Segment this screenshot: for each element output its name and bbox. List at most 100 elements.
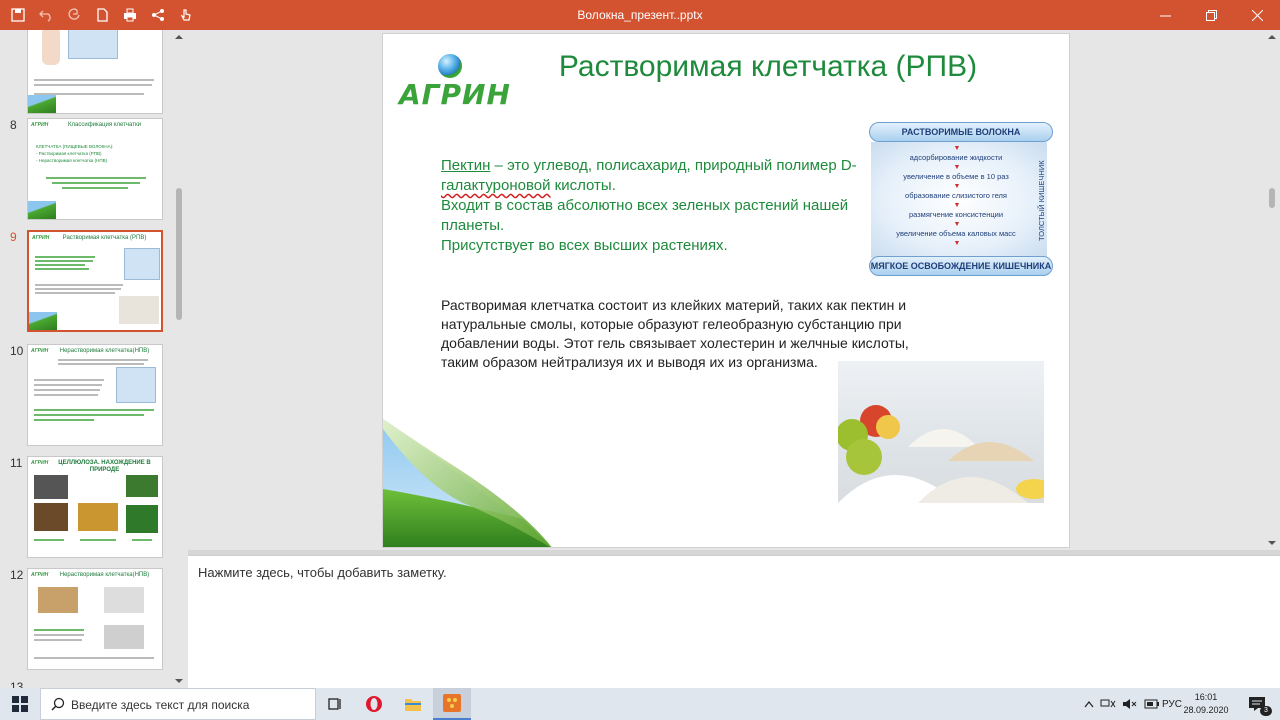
window-controls [1142,0,1280,30]
taskbar-powerpoint-viewer[interactable] [433,688,471,720]
thumbnail-title: Классификация клетчатки [68,122,141,128]
close-button[interactable] [1234,0,1280,30]
notification-count-badge: 3 [1260,706,1272,716]
logo: АГРИН [399,78,511,111]
thumbnail-title: ЦЕЛЛЮЛОЗА. НАХОЖДЕНИЕ В ПРИРОДЕ [58,460,151,473]
grass-page-curl-image [383,419,563,547]
text-line [34,419,94,421]
logo-globe-icon [438,54,462,78]
diagram-image [124,248,160,280]
arrow-down-icon: ▼ [953,202,961,209]
slide-thumbnail[interactable] [27,30,163,114]
title-bar: Волокна_презент..pptx [0,0,1280,30]
clock[interactable]: 16:01 28.09.2020 [1180,691,1232,717]
touch-mode-icon[interactable] [174,3,198,27]
diagram-step: увеличение объема каловых масс [896,229,1016,238]
thumbnail-body: КЛЕТЧАТКА (ПИЩЕВЫЕ ВОЛОКНА): - Растворим… [36,144,114,163]
diagram-step: образование слизистого геля [905,191,1007,200]
notes-pane[interactable]: Нажмите здесь, чтобы добавить заметку. [188,555,1280,688]
taskbar-search-box[interactable]: Введите здесь текст для поиска [40,688,316,720]
scroll-down-icon[interactable] [1268,539,1276,547]
taskbar-file-explorer[interactable] [394,688,432,720]
text-line [34,634,84,636]
print-icon[interactable] [118,3,142,27]
slide-title[interactable]: Растворимая клетчатка (РПВ) [543,50,993,84]
text-line [34,379,104,381]
scroll-thumb[interactable] [176,188,182,320]
scroll-thumb[interactable] [1269,188,1275,208]
clock-time: 16:01 [1194,692,1218,702]
folder-icon [405,699,421,711]
spelling-error-word: галактуроновой [441,177,551,194]
slide-thumbnails-pane: 8 АГРИН Классификация клетчатки КЛЕТЧАТК… [0,30,186,688]
taskbar-opera[interactable] [355,688,393,720]
new-icon[interactable] [90,3,114,27]
arrow-down-icon: ▼ [953,240,961,247]
text-line [35,256,95,258]
text-line [34,84,152,86]
soluble-fiber-diagram[interactable]: РАСТВОРИМЫЕ ВОЛОКНА ▼ адсорбирование жид… [869,122,1053,276]
grass-corner-image [28,201,56,219]
volume[interactable] [1122,688,1138,720]
grains-photo [38,587,78,613]
logo: АГРИН [32,235,50,241]
action-center[interactable]: 3 [1248,688,1272,720]
restore-button[interactable] [1188,0,1234,30]
slide-thumbnail[interactable]: АГРИН Нерастворимая клетчатка(НПВ) [27,344,163,446]
cotton-photo [34,475,68,499]
windows-icon [12,696,28,712]
text-line [34,389,100,391]
network-icon [1100,699,1116,708]
body-diagram-image [42,30,60,65]
battery-status[interactable] [1144,688,1160,720]
arrow-down-icon: ▼ [953,183,961,190]
diagram-image [116,367,156,403]
slide-number: 12 [10,568,24,582]
arrow-down-icon: ▼ [953,164,961,171]
thumbnail-title: Нерастворимая клетчатка(НПВ) [59,348,150,354]
pectin-term: Пектин [441,157,491,174]
text-line [35,284,123,286]
text-line [46,177,146,179]
share-icon[interactable] [146,3,170,27]
slide-thumbnail-selected[interactable]: АГРИН Растворимая клетчатка (РПВ) [27,230,163,332]
slide-thumbnail[interactable]: АГРИН Классификация клетчатки КЛЕТЧАТКА … [27,118,163,220]
input-language[interactable]: РУС [1162,688,1182,720]
text-line [35,264,85,266]
text-line [58,363,144,365]
scroll-up-icon[interactable] [1268,33,1276,41]
task-view-icon [328,698,341,710]
text-line [52,182,140,184]
start-button[interactable] [0,688,40,720]
slide-thumbnail[interactable]: АГРИН ЦЕЛЛЮЛОЗА. НАХОЖДЕНИЕ В ПРИРОДЕ [27,456,163,558]
pectin-text-box[interactable]: Пектин – это углевод, полисахарид, приро… [441,156,861,256]
text-line [34,657,154,659]
text-line [35,268,89,270]
thumbnail-title: Нерастворимая клетчатка(НПВ) [59,572,150,578]
show-hidden-icons[interactable] [1084,688,1094,720]
logo: АГРИН [31,348,49,354]
search-placeholder: Введите здесь текст для поиска [71,698,250,712]
slide-number: 8 [10,118,17,132]
hemp-photo [126,505,158,533]
task-view-button[interactable] [316,688,354,720]
diagram-side-label: ТОЛСТЫЙ КИШЕЧНИК [1037,160,1046,242]
text-line [34,414,144,416]
minimize-button[interactable] [1142,0,1188,30]
save-icon[interactable] [6,3,30,27]
editor-scrollbar[interactable] [1264,30,1280,550]
diagram-header: РАСТВОРИМЫЕ ВОЛОКНА [869,122,1053,142]
scroll-up-icon[interactable] [175,33,183,41]
redo-icon[interactable] [62,3,86,27]
powder-photo[interactable] [838,361,1044,503]
slide-editor: АГРИН Растворимая клетчатка (РПВ) Пектин… [188,30,1280,550]
battery-icon [1144,699,1159,709]
scroll-down-icon[interactable] [175,677,183,685]
undo-icon[interactable] [34,3,58,27]
powder-photo [119,296,159,324]
slide-canvas[interactable]: АГРИН Растворимая клетчатка (РПВ) Пектин… [382,33,1070,548]
thumbnails-scrollbar[interactable] [172,30,186,688]
slide-thumbnail[interactable]: АГРИН Нерастворимая клетчатка(НПВ) [27,568,163,670]
network-status[interactable] [1100,688,1116,720]
notes-placeholder[interactable]: Нажмите здесь, чтобы добавить заметку. [198,565,447,580]
